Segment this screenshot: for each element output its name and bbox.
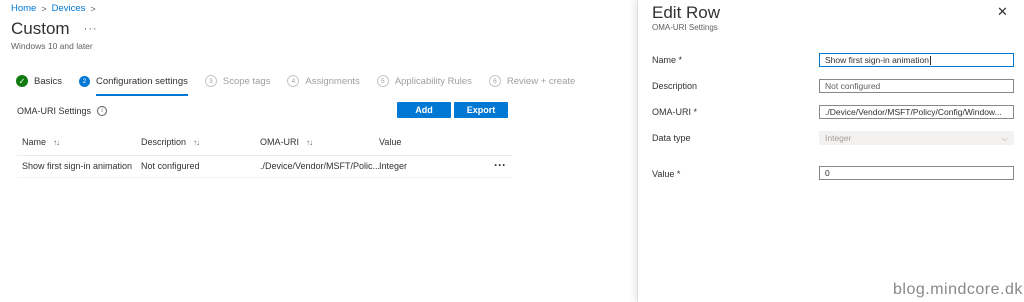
step-assignments[interactable]: 4 Assignments xyxy=(287,75,360,87)
info-icon[interactable]: i xyxy=(97,106,108,116)
column-label: Description xyxy=(141,137,187,147)
sort-icon[interactable]: ↑↓ xyxy=(53,138,60,147)
column-oma-uri[interactable]: OMA-URI ↑↓ xyxy=(260,137,313,147)
row-more-icon[interactable]: ··· xyxy=(494,158,506,172)
more-options-icon[interactable]: ··· xyxy=(84,23,98,35)
step-applicability-rules[interactable]: 5 Applicability Rules xyxy=(376,75,472,87)
name-field[interactable]: Show first sign-in animation xyxy=(819,53,1014,67)
value-field-value: 0 xyxy=(825,168,830,178)
column-label: OMA-URI xyxy=(260,137,299,147)
name-field-value: Show first sign-in animation xyxy=(825,55,929,65)
step-label: Assignments xyxy=(305,75,360,87)
value-field[interactable]: 0 xyxy=(819,166,1014,180)
panel-subtitle: OMA-URI Settings xyxy=(652,23,718,32)
step-basics[interactable]: ✓ Basics xyxy=(16,75,62,87)
sort-icon[interactable]: ↑↓ xyxy=(306,138,313,147)
column-label: Value xyxy=(379,137,402,147)
add-button[interactable]: Add xyxy=(397,102,451,118)
cell-name: Show first sign-in animation xyxy=(22,161,133,171)
name-label: Name * xyxy=(652,55,683,65)
edit-row-panel xyxy=(637,0,1024,302)
column-description[interactable]: Description ↑↓ xyxy=(141,137,200,147)
cell-description: Not configured xyxy=(141,161,200,171)
step-number: 4 xyxy=(287,75,300,87)
step-configuration-settings[interactable]: 2 Configuration settings xyxy=(78,75,188,96)
chevron-down-icon: ⌵ xyxy=(1001,132,1008,143)
oma-uri-field-value: ./Device/Vendor/MSFT/Policy/Config/Windo… xyxy=(825,107,1002,117)
step-label: Review + create xyxy=(506,75,576,87)
description-label: Description xyxy=(652,81,698,91)
text-cursor xyxy=(929,55,931,65)
data-type-label: Data type xyxy=(652,133,691,143)
export-button[interactable]: Export xyxy=(454,102,508,118)
step-number: 3 xyxy=(204,75,217,87)
description-field[interactable]: Not configured xyxy=(819,79,1014,93)
step-scope-tags[interactable]: 3 Scope tags xyxy=(204,75,271,87)
value-label: Value * xyxy=(652,169,681,179)
check-icon: ✓ xyxy=(16,75,28,87)
breadcrumb-devices[interactable]: Devices xyxy=(52,3,86,14)
breadcrumb-separator: > xyxy=(90,3,96,14)
wizard-steps: ✓ Basics 2 Configuration settings 3 Scop… xyxy=(16,75,592,96)
step-review-create[interactable]: 6 Review + create xyxy=(488,75,576,87)
description-placeholder: Not configured xyxy=(825,81,881,91)
step-number: 6 xyxy=(488,75,501,87)
page-title-text: Custom xyxy=(11,19,70,38)
column-name[interactable]: Name ↑↓ xyxy=(22,137,60,147)
close-icon[interactable]: ✕ xyxy=(997,4,1008,20)
sort-icon[interactable]: ↑↓ xyxy=(193,138,200,147)
step-label: Scope tags xyxy=(222,75,271,87)
column-label: Name xyxy=(22,137,47,147)
oma-uri-settings-label: OMA-URI Settings i xyxy=(17,106,108,116)
oma-uri-field[interactable]: ./Device/Vendor/MSFT/Policy/Config/Windo… xyxy=(819,105,1014,119)
cell-value: Integer xyxy=(379,161,408,171)
breadcrumb: Home > Devices > xyxy=(11,3,96,14)
column-value: Value xyxy=(379,137,401,147)
page-title: Custom ··· xyxy=(11,19,98,39)
cell-oma-uri: ./Device/Vendor/MSFT/Polic... xyxy=(260,161,381,171)
breadcrumb-home[interactable]: Home xyxy=(11,3,36,14)
step-label: Configuration settings xyxy=(95,75,188,87)
data-type-value: Integer xyxy=(825,133,852,143)
divider xyxy=(17,177,512,178)
step-number: 5 xyxy=(376,75,389,87)
step-label: Basics xyxy=(34,75,62,87)
panel-title: Edit Row xyxy=(652,3,721,22)
page-subtitle: Windows 10 and later xyxy=(11,41,93,51)
oma-uri-label: OMA-URI * xyxy=(652,107,697,117)
divider xyxy=(17,155,512,156)
breadcrumb-separator: > xyxy=(41,3,47,14)
section-label: OMA-URI Settings xyxy=(17,106,92,116)
data-type-dropdown: Integer ⌵ xyxy=(819,131,1014,145)
step-number: 2 xyxy=(78,75,90,87)
watermark: blog.mindcore.dk xyxy=(893,281,1023,298)
step-label: Applicability Rules xyxy=(394,75,472,87)
